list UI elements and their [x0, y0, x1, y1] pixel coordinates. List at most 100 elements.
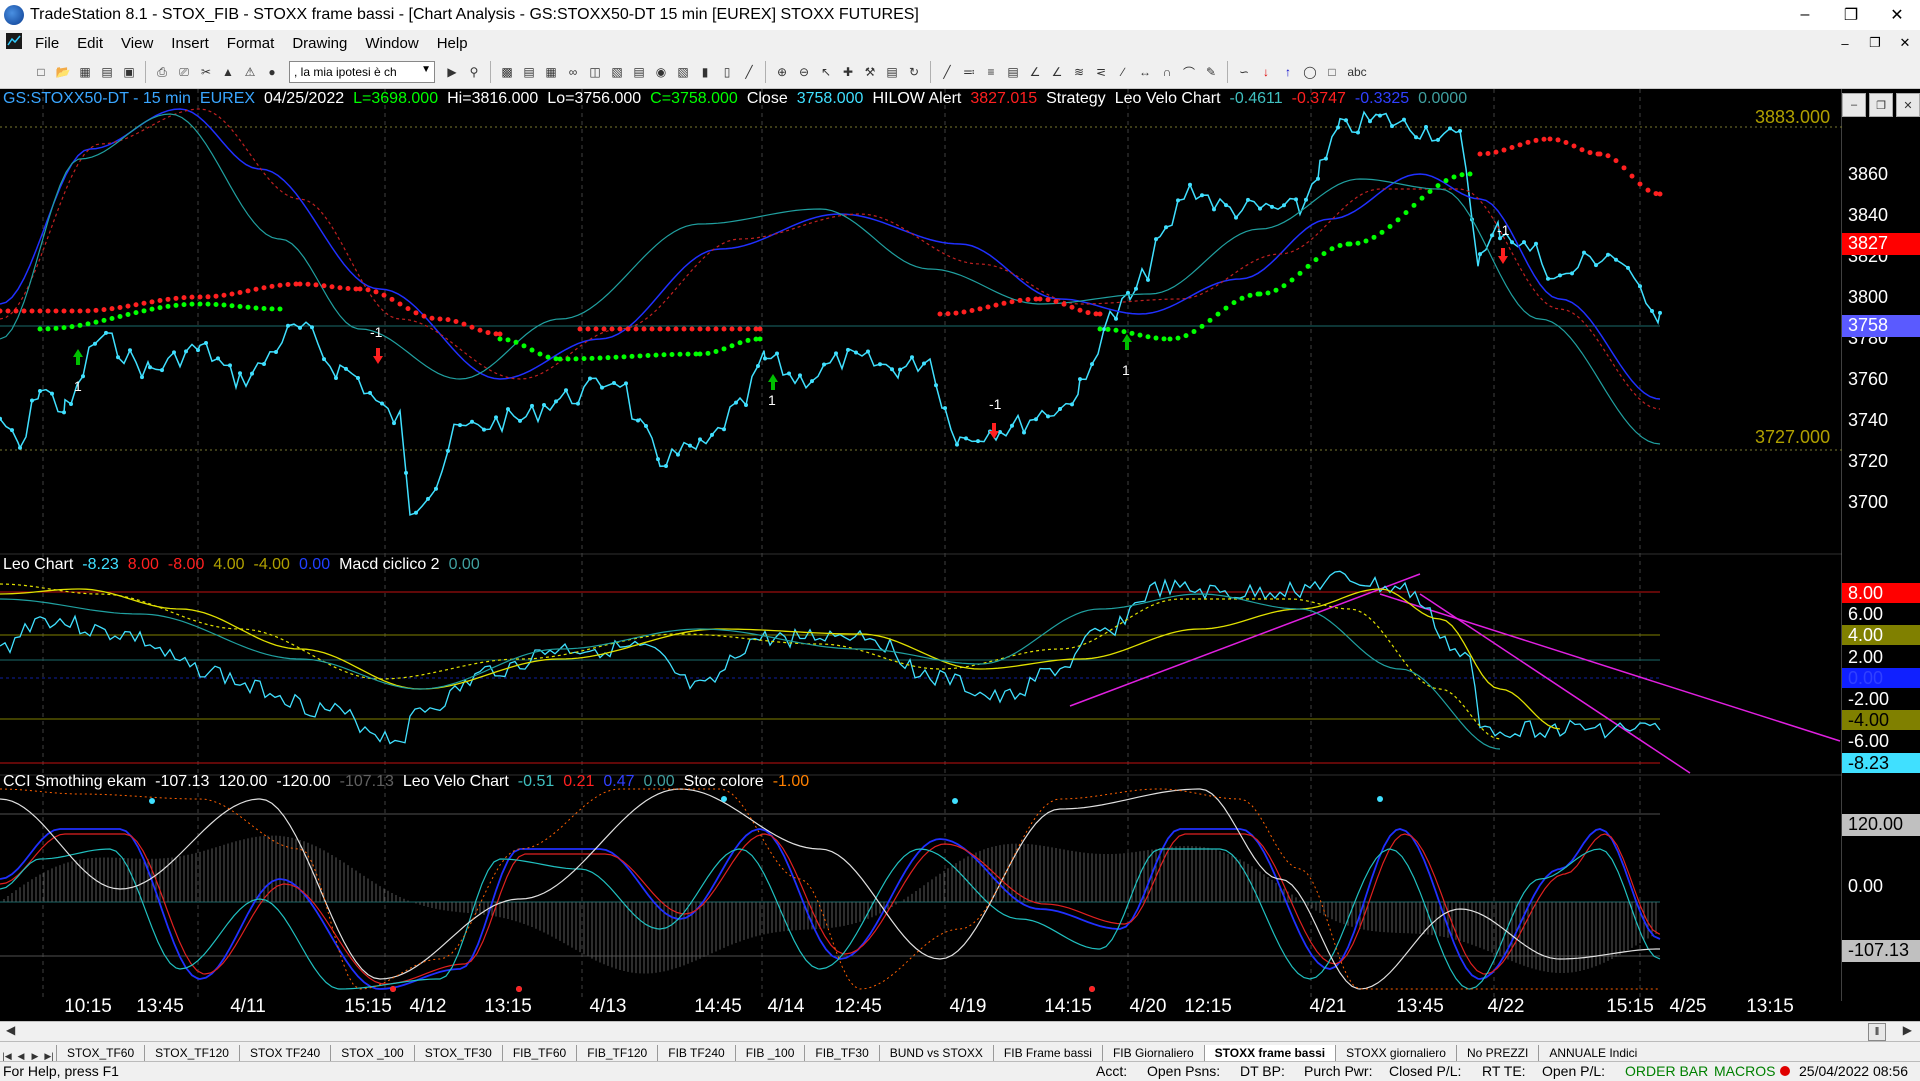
channel-icon[interactable]: ≕ [960, 63, 978, 81]
gann-icon[interactable]: ≋ [1070, 63, 1088, 81]
ohlc-icon[interactable]: ▯ [718, 63, 736, 81]
scroll-thumb[interactable]: ‖ [1868, 1023, 1886, 1041]
menu-view[interactable]: View [112, 35, 162, 52]
price-tick: 3860 [1848, 164, 1889, 184]
fan-icon[interactable]: ∠ [1026, 63, 1044, 81]
radar-icon[interactable]: ▤ [520, 63, 538, 81]
menu-help[interactable]: Help [428, 35, 477, 52]
open-icon[interactable]: 📂 [54, 63, 72, 81]
crosshair-icon[interactable]: ✚ [839, 63, 857, 81]
window-title: TradeStation 8.1 - STOX_FIB - STOXX fram… [30, 6, 919, 23]
candle-icon[interactable]: ▮ [696, 63, 714, 81]
time-axis[interactable]: 10:15 13:45 4/11 15:15 4/12 13:15 4/13 14:45 4/1… [0, 994, 1842, 1020]
mdi-minimize-button[interactable]: ‒ [1830, 30, 1860, 56]
workspace-tab[interactable]: FIB _100 [734, 1045, 805, 1062]
save-icon[interactable]: ▤ [98, 63, 116, 81]
bar-chart-icon[interactable]: ▧ [674, 63, 692, 81]
chart-window-icon[interactable]: ▩ [498, 63, 516, 81]
lock-icon[interactable]: ▲ [219, 63, 237, 81]
order-bar-button[interactable]: ORDER BAR [1625, 1063, 1708, 1079]
refresh-icon[interactable]: ↻ [905, 63, 923, 81]
arc-icon[interactable]: ⌒ [1180, 63, 1198, 81]
zoom-in-icon[interactable]: ⊕ [773, 63, 791, 81]
workspace-tab[interactable]: STOXX giornaliero [1335, 1045, 1456, 1062]
pointer-icon[interactable]: ↖ [817, 63, 835, 81]
cut-icon[interactable]: ✂ [197, 63, 215, 81]
andrews-icon[interactable]: ⋜ [1092, 63, 1110, 81]
menu-edit[interactable]: Edit [68, 35, 112, 52]
pane-close-button[interactable]: ✕ [1896, 93, 1920, 117]
window-link-icon[interactable]: ▤ [630, 63, 648, 81]
zoom-out-icon[interactable]: ⊖ [795, 63, 813, 81]
minimize-button[interactable]: ‒ [1782, 0, 1828, 30]
workspace-tab[interactable]: No PREZZI [1455, 1045, 1538, 1062]
ellipse-icon[interactable]: ◯ [1301, 63, 1319, 81]
menu-insert[interactable]: Insert [162, 35, 218, 52]
macros-button[interactable]: MACROS [1714, 1063, 1775, 1079]
workspace-tab[interactable]: FIB Frame bassi [992, 1045, 1102, 1062]
text-tool-icon[interactable]: abc [1345, 63, 1369, 81]
workspace-tab[interactable]: STOXX frame bassi [1203, 1045, 1336, 1062]
workspace-icon[interactable]: ▦ [76, 63, 94, 81]
line-icon[interactable]: ╱ [740, 63, 758, 81]
chart-analysis-window[interactable]: GS:STOXX50-DT - 15 min EUREX 04/25/2022 L=3… [0, 89, 1920, 1021]
scroll-right-icon[interactable]: ▶ [1903, 1023, 1912, 1037]
workspace-tab[interactable]: FIB Giornaliero [1101, 1045, 1204, 1062]
menu-window[interactable]: Window [356, 35, 427, 52]
pane-restore-button[interactable]: ❐ [1869, 93, 1893, 117]
trendline-icon[interactable]: ╱ [938, 63, 956, 81]
print-icon[interactable]: ⎙ [153, 63, 171, 81]
speedline-icon[interactable]: ∠ [1048, 63, 1066, 81]
workspace-tab[interactable]: STOX_TF60 [56, 1045, 144, 1062]
price-axis[interactable]: ‒ ❐ ✕ 3860 3840 3820 3800 3780 3760 3740… [1842, 89, 1920, 1021]
workspace-tab[interactable]: STOX_TF30 [413, 1045, 502, 1062]
play-icon[interactable]: ▶ [443, 63, 461, 81]
pane-minimize-button[interactable]: ‒ [1842, 93, 1866, 117]
cycles-icon[interactable]: ∩ [1158, 63, 1176, 81]
chart-canvas[interactable] [0, 89, 1920, 1021]
workspace-tab[interactable]: FIB_TF30 [804, 1045, 878, 1062]
scroll-left-icon[interactable]: ◀ [6, 1023, 15, 1037]
pencil-icon[interactable]: ✎ [1202, 63, 1220, 81]
format-icon[interactable]: ▤ [883, 63, 901, 81]
find-icon[interactable]: ⚲ [465, 63, 483, 81]
arrow-down-icon[interactable]: ↓ [1257, 63, 1275, 81]
regression-icon[interactable]: ∕ [1114, 63, 1132, 81]
indicator-icon[interactable]: ◉ [652, 63, 670, 81]
chart-document-icon[interactable] [0, 33, 26, 53]
chevron-down-icon[interactable]: ▼ [421, 64, 431, 75]
workspace-tab[interactable]: BUND vs STOXX [878, 1045, 993, 1062]
arrows-icon[interactable]: ↔ [1136, 63, 1154, 81]
horizontal-scrollbar[interactable]: ◀ ‖ ▶ [0, 1021, 1920, 1042]
arrow-up-icon[interactable]: ↑ [1279, 63, 1297, 81]
folder-icon[interactable]: ▣ [120, 63, 138, 81]
workspace-tab[interactable]: FIB_TF60 [501, 1045, 576, 1062]
strategy-icon[interactable]: ● [263, 63, 281, 81]
retracement-icon[interactable]: ▤ [1004, 63, 1022, 81]
workspace-tab[interactable]: STOX_TF120 [144, 1045, 239, 1062]
print-preview-icon[interactable]: ⎚ [175, 63, 193, 81]
analysis-combo[interactable]: , la mia ipotesi è ch ▼ [289, 61, 435, 83]
workspace-tab[interactable]: STOX _100 [330, 1045, 413, 1062]
menu-drawing[interactable]: Drawing [283, 35, 356, 52]
workspace-tab[interactable]: STOX TF240 [238, 1045, 330, 1062]
new-icon[interactable]: □ [32, 63, 50, 81]
close-button[interactable]: ✕ [1874, 0, 1920, 30]
menu-format[interactable]: Format [218, 35, 284, 52]
mdi-restore-button[interactable]: ❐ [1860, 30, 1890, 56]
curve-icon[interactable]: ∽ [1235, 63, 1253, 81]
workspace-tab[interactable]: ANNUALE Indici [1538, 1045, 1647, 1062]
mdi-close-button[interactable]: ✕ [1890, 30, 1920, 56]
alert-icon[interactable]: ⚠ [241, 63, 259, 81]
restore-button[interactable]: ❐ [1828, 0, 1874, 30]
matrix-icon[interactable]: ▦ [542, 63, 560, 81]
workspace-tab[interactable]: FIB TF240 [657, 1045, 734, 1062]
hline-icon[interactable]: ≡ [982, 63, 1000, 81]
options-icon[interactable]: ◫ [586, 63, 604, 81]
rectangle-icon[interactable]: □ [1323, 63, 1341, 81]
menu-file[interactable]: File [26, 35, 68, 52]
link-icon[interactable]: ∞ [564, 63, 582, 81]
scanner-icon[interactable]: ▧ [608, 63, 626, 81]
workspace-tab[interactable]: FIB_TF120 [576, 1045, 657, 1062]
tools-icon[interactable]: ⚒ [861, 63, 879, 81]
